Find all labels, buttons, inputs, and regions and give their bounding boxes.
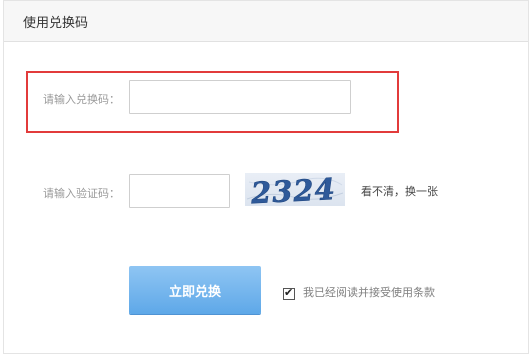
refresh-captcha-link[interactable]: 看不清，换一张 bbox=[361, 183, 438, 199]
panel-title: 使用兑换码 bbox=[23, 16, 89, 31]
check-icon: ✔ bbox=[284, 286, 294, 299]
agreement-label: 我已经阅读并接受使用条款 bbox=[303, 286, 435, 299]
redeem-code-label: 请输入兑换码： bbox=[43, 93, 120, 106]
captcha-image[interactable]: 2324 bbox=[245, 173, 345, 206]
redeem-code-input[interactable] bbox=[129, 80, 351, 114]
agreement-checkbox[interactable]: ✔ bbox=[283, 286, 295, 300]
panel-header: 使用兑换码 bbox=[4, 1, 528, 42]
captcha-input[interactable] bbox=[129, 174, 230, 208]
redeem-submit-button[interactable]: 立即兑换 bbox=[129, 266, 261, 314]
captcha-text: 2324 bbox=[249, 173, 336, 206]
captcha-label: 请输入验证码： bbox=[43, 187, 120, 200]
